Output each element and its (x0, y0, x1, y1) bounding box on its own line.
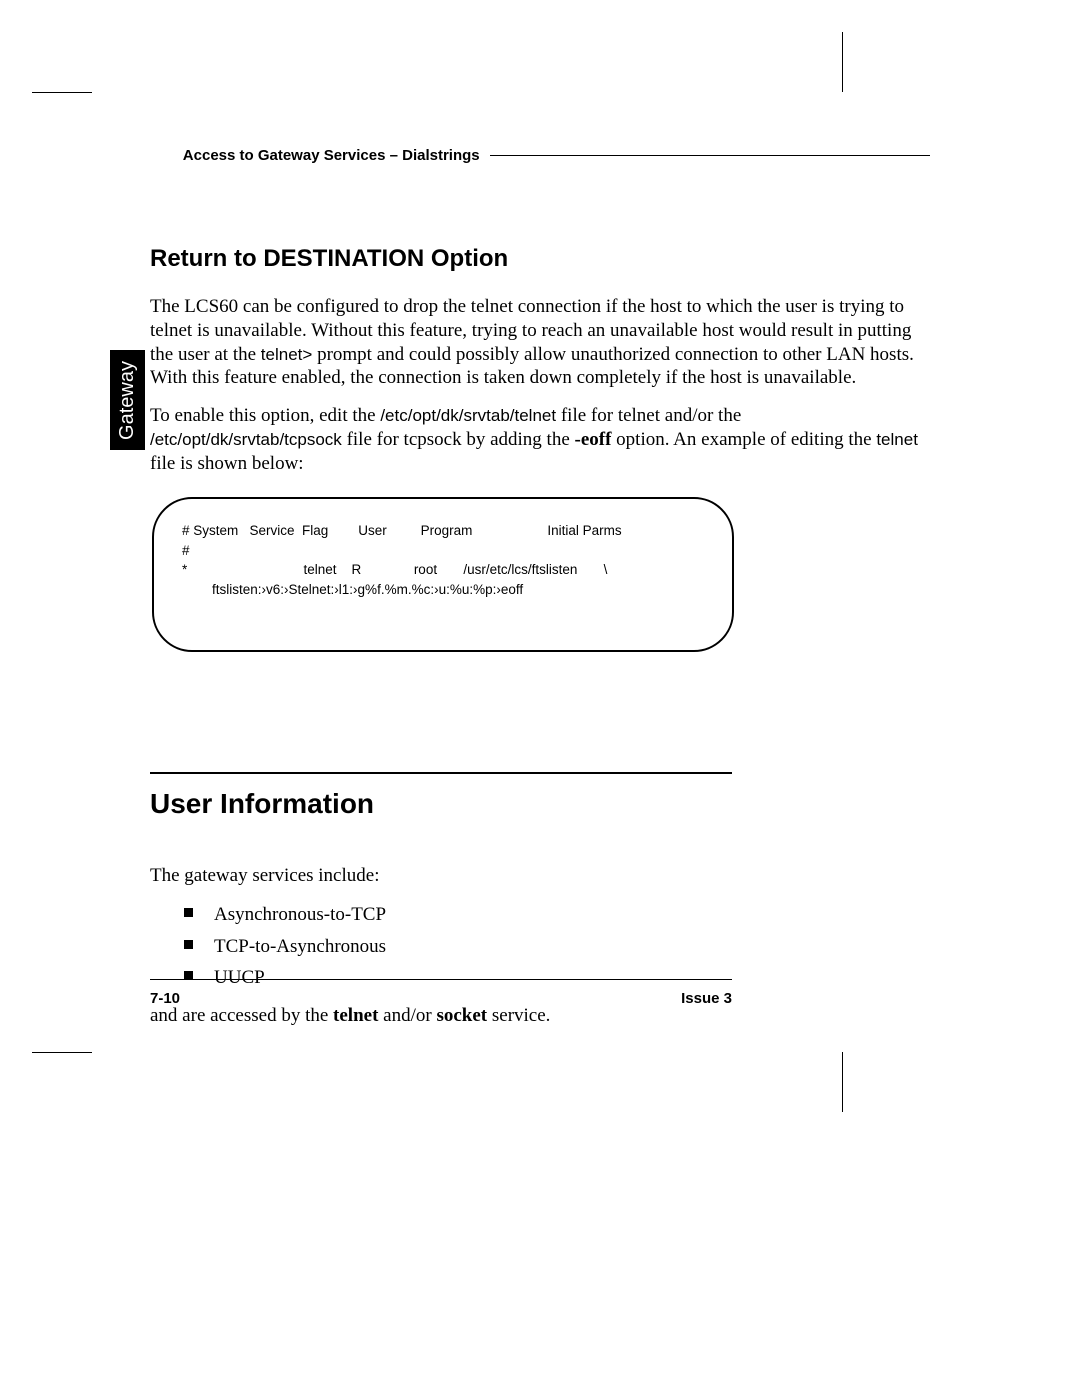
crop-mark (32, 92, 92, 93)
list-item: Asynchronous-to-TCP (192, 901, 930, 929)
chapter-tab: Gateway (110, 350, 145, 450)
crop-mark (32, 1052, 92, 1053)
paragraph: The LCS60 can be configured to drop the … (150, 295, 930, 390)
paragraph: To enable this option, edit the /etc/opt… (150, 404, 930, 475)
chapter-tab-label: Gateway (116, 361, 139, 440)
page-number: 7-10 (150, 990, 180, 1007)
section-heading-block: User Information (150, 772, 930, 820)
section-rule (150, 772, 732, 774)
content-area: Access to Gateway Services – Dialstrings… (150, 130, 930, 1042)
footer-rule (150, 979, 732, 980)
section-heading: User Information (150, 788, 930, 820)
paragraph: The gateway services include: (150, 864, 930, 888)
header-rule (490, 155, 930, 156)
crop-mark (842, 1052, 843, 1112)
issue-number: Issue 3 (681, 990, 732, 1007)
page-footer: 7-10 Issue 3 (150, 990, 732, 1007)
code-listing: # System Service Flag User Program Initi… (152, 497, 734, 651)
code-line: # (182, 541, 704, 561)
running-header: Access to Gateway Services – Dialstrings (150, 130, 930, 181)
code-line: # System Service Flag User Program Initi… (182, 521, 704, 541)
list-item: TCP-to-Asynchronous (192, 933, 930, 961)
code-line: ftslisten:›v6:›Stelnet:›l1:›g%f.%m.%c:›u… (182, 580, 704, 600)
crop-mark (842, 32, 843, 92)
code-line: * telnet R root /usr/etc/lcs/ftslisten \ (182, 560, 704, 580)
paragraph: and are accessed by the telnet and/or so… (150, 1004, 930, 1028)
header-text: Access to Gateway Services – Dialstrings (150, 130, 480, 181)
subsection-heading: Return to DESTINATION Option (150, 245, 930, 273)
page: Gateway Access to Gateway Services – Dia… (0, 0, 1080, 1397)
